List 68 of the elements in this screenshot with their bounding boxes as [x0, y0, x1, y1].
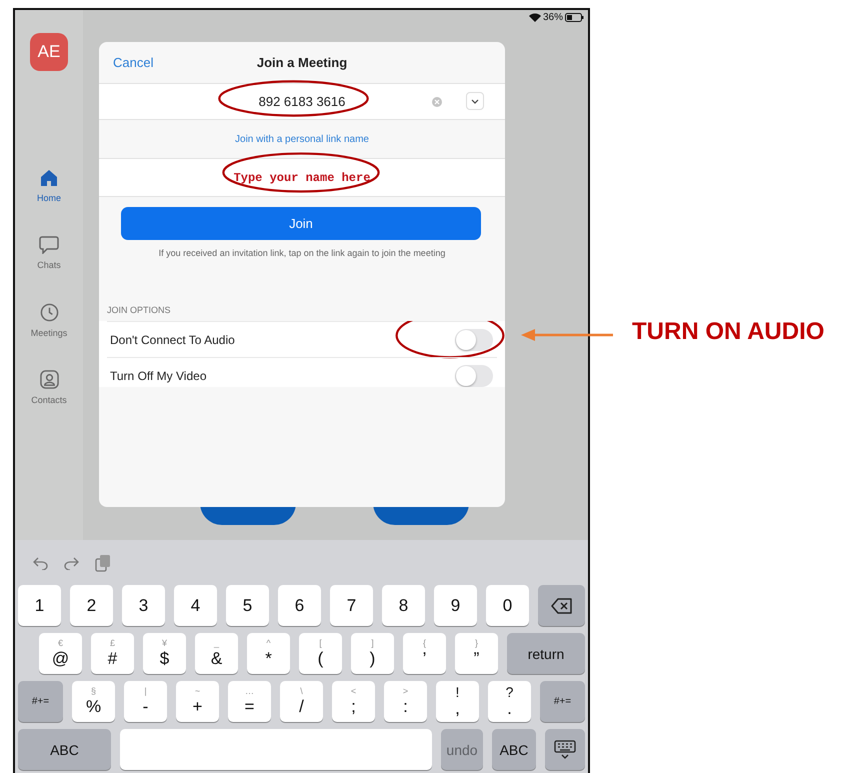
key[interactable]: > :	[384, 681, 427, 722]
cancel-button[interactable]: Cancel	[113, 55, 154, 70]
callout-text: TURN ON AUDIO	[632, 318, 824, 346]
join-button[interactable]: Join	[121, 207, 481, 240]
hint-text: If you received an invitation link, tap on the link again to join the meeting	[158, 248, 446, 258]
keyboard-icon	[554, 740, 576, 760]
key[interactable]: ¥ $	[143, 633, 186, 674]
hide-keyboard-key[interactable]	[545, 729, 585, 770]
key[interactable]: ABC	[492, 729, 536, 770]
toggle-switch[interactable]	[455, 328, 493, 350]
key[interactable]: 0	[486, 585, 529, 626]
personal-link[interactable]: Join with a personal link name	[235, 134, 369, 144]
home-icon	[40, 169, 58, 187]
sidebar-item[interactable]: Meetings	[30, 303, 68, 370]
avatar[interactable]: AE	[30, 33, 68, 71]
battery-percent: 36%	[542, 12, 563, 23]
key[interactable]: 1	[18, 585, 61, 626]
sidebar-item[interactable]: Home	[36, 169, 61, 236]
wifi-icon	[528, 13, 541, 22]
toggle-switch[interactable]	[455, 364, 493, 386]
key[interactable]: [ (	[299, 633, 342, 674]
key[interactable]: 4	[174, 585, 217, 626]
section-heading: JOIN OPTIONS	[107, 305, 172, 315]
option-label: Don't Connect To Audio	[109, 332, 235, 346]
key[interactable]: #+=	[540, 681, 585, 722]
name-field[interactable]: Type your name here	[99, 159, 505, 196]
key[interactable]: _ &	[195, 633, 238, 674]
chat-icon	[38, 236, 59, 254]
key[interactable]: 9	[434, 585, 477, 626]
key[interactable]: 6	[278, 585, 321, 626]
key[interactable]: return	[507, 633, 585, 674]
key[interactable]: ^ *	[247, 633, 290, 674]
key[interactable]: € @	[39, 633, 82, 674]
key[interactable]: } ”	[455, 633, 498, 674]
key[interactable]: … =	[228, 681, 271, 722]
option-label: Turn Off My Video	[109, 368, 206, 382]
undo-icon[interactable]	[33, 556, 48, 570]
key[interactable]: § %	[72, 681, 115, 722]
key[interactable]: < ;	[332, 681, 375, 722]
key[interactable]: 8	[382, 585, 425, 626]
key[interactable]: ABC	[18, 729, 111, 770]
key[interactable]: £ #	[91, 633, 134, 674]
clipboard-icon[interactable]	[95, 554, 111, 572]
key[interactable]: ~ +	[176, 681, 219, 722]
key[interactable]: ] )	[351, 633, 394, 674]
sidebar-item[interactable]: Chats	[37, 236, 61, 303]
contact-icon	[40, 370, 58, 389]
key[interactable]: ! ,	[436, 681, 479, 722]
clear-icon[interactable]	[432, 97, 442, 107]
key[interactable]: 3	[122, 585, 165, 626]
key[interactable]: { ’	[403, 633, 446, 674]
backspace-key[interactable]	[538, 585, 585, 626]
key[interactable]: 2	[70, 585, 113, 626]
chevron-icon	[471, 98, 479, 104]
redo-icon[interactable]	[64, 556, 79, 570]
clock-icon	[40, 303, 58, 322]
key[interactable]: \ /	[280, 681, 323, 722]
key[interactable]: #+=	[18, 681, 63, 722]
key[interactable]: ? .	[488, 681, 531, 722]
battery-icon	[565, 13, 584, 22]
dropdown-button[interactable]	[466, 92, 484, 110]
key[interactable]: | -	[124, 681, 167, 722]
backspace-icon	[550, 598, 572, 614]
sidebar-item[interactable]: Contacts	[31, 370, 67, 437]
meeting-id-field[interactable]: 892 6183 3616	[99, 84, 505, 119]
dialog-title: Join a Meeting	[256, 55, 348, 70]
key[interactable]: 7	[330, 585, 373, 626]
key[interactable]: 5	[226, 585, 269, 626]
